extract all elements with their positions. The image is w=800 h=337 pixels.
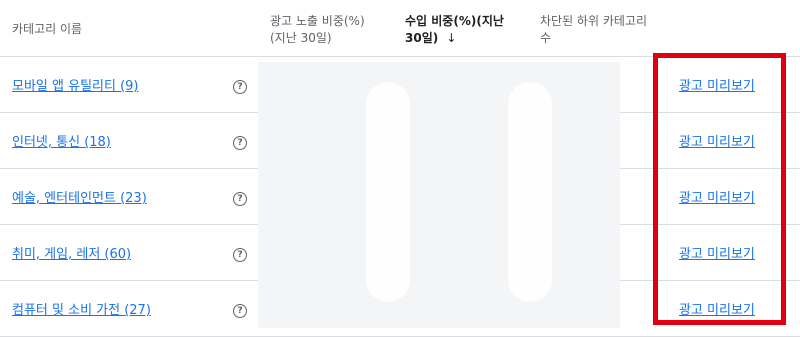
header-revenue-share-line2: 30일) (405, 31, 439, 45)
redaction-blob (508, 82, 552, 302)
arrow-down-icon[interactable]: ↓ (446, 30, 456, 47)
highlight-box (653, 53, 786, 325)
header-revenue-share-line1: 수입 비중(%)(지난 (405, 14, 504, 28)
header-impression-share-line2: (지난 30일) (270, 31, 332, 45)
header-blocked-line1: 차단된 하위 카테고리 (540, 14, 647, 28)
help-icon[interactable]: ? (233, 304, 247, 318)
header-blocked-subcategories[interactable]: 차단된 하위 카테고리 수 (540, 13, 680, 47)
help-icon[interactable]: ? (233, 80, 247, 94)
header-impression-share[interactable]: 광고 노출 비중(%) (지난 30일) (270, 13, 390, 47)
header-revenue-share-line2-wrap: 30일) ↓ (405, 30, 515, 47)
redacted-data-area (258, 62, 620, 328)
category-link[interactable]: 컴퓨터 및 소비 가전 (27) (12, 299, 151, 318)
category-link[interactable]: 모바일 앱 유틸리티 (9) (12, 75, 139, 94)
table-header: 카테고리 이름 광고 노출 비중(%) (지난 30일) 수입 비중(%)(지난… (0, 0, 800, 57)
header-revenue-share[interactable]: 수입 비중(%)(지난 30일) ↓ (405, 13, 515, 47)
header-blocked-line2: 수 (540, 31, 552, 45)
category-link[interactable]: 취미, 게임, 레저 (60) (12, 243, 131, 262)
header-impression-share-line1: 광고 노출 비중(%) (270, 14, 365, 28)
help-icon[interactable]: ? (233, 248, 247, 262)
redaction-blob (366, 82, 410, 302)
help-icon[interactable]: ? (233, 136, 247, 150)
category-link[interactable]: 예술, 엔터테인먼트 (23) (12, 187, 147, 206)
help-icon[interactable]: ? (233, 192, 247, 206)
header-category-name[interactable]: 카테고리 이름 (12, 21, 82, 38)
category-link[interactable]: 인터넷, 통신 (18) (12, 131, 111, 150)
